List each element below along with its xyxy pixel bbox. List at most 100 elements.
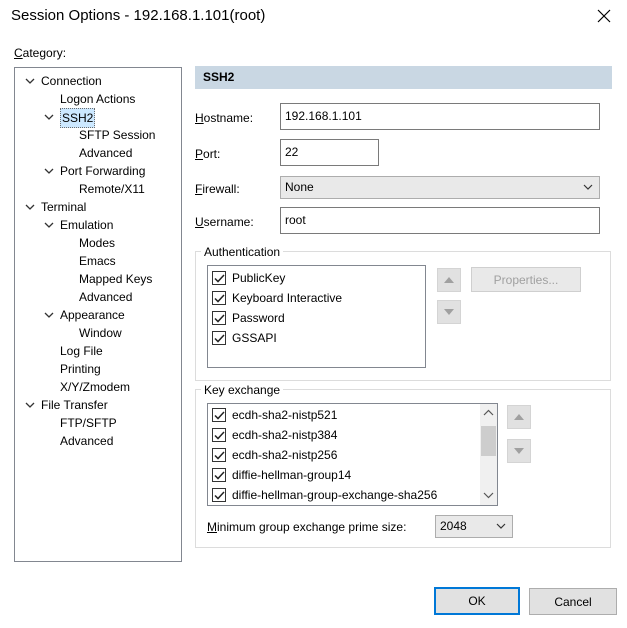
authentication-list[interactable]: PublicKey Keyboard Interactive Password GSS… <box>207 265 426 368</box>
chevron-down-icon[interactable] <box>44 162 54 180</box>
checkbox[interactable] <box>212 271 226 285</box>
checkbox[interactable] <box>212 408 226 422</box>
key-exchange-list[interactable]: ecdh-sha2-nistp521 ecdh-sha2-nistp384 ecdh… <box>207 403 498 506</box>
list-item-label: Password <box>232 311 285 325</box>
tree-item[interactable]: Window <box>15 324 181 342</box>
category-label: Category: <box>14 46 67 60</box>
tree-item[interactable]: X/Y/Zmodem <box>15 378 181 396</box>
tree-item[interactable]: SSH2 <box>15 108 181 128</box>
tree-item-label: Terminal <box>41 200 87 214</box>
tree-item-label: Modes <box>79 236 116 250</box>
chevron-down-icon[interactable] <box>44 306 54 324</box>
tree-item[interactable]: Connection <box>15 72 181 90</box>
tree-item[interactable]: Emacs <box>15 252 181 270</box>
list-item[interactable]: Password <box>212 308 285 328</box>
list-item[interactable]: ecdh-sha2-nistp521 <box>212 405 337 425</box>
tree-item[interactable]: Log File <box>15 342 181 360</box>
triangle-up-icon <box>444 277 454 283</box>
auth-move-down-button[interactable] <box>437 300 461 324</box>
tree-item[interactable]: Emulation <box>15 216 181 234</box>
close-button[interactable] <box>581 0 627 32</box>
tree-item[interactable]: SFTP Session <box>15 126 181 144</box>
key-exchange-scrollbar[interactable] <box>480 404 497 505</box>
list-item[interactable]: Keyboard Interactive <box>212 288 342 308</box>
checkmark-icon <box>213 470 225 480</box>
tree-item[interactable]: File Transfer <box>15 396 181 414</box>
min-group-label: Minimum group exchange prime size: <box>207 520 407 534</box>
hostname-input[interactable]: 192.168.1.101 <box>280 103 600 130</box>
tree-item[interactable]: Advanced <box>15 288 181 306</box>
tree-item-label: Emulation <box>60 218 114 232</box>
chevron-down-icon[interactable] <box>25 72 35 90</box>
properties-button[interactable]: Properties... <box>471 267 581 292</box>
port-input[interactable]: 22 <box>280 139 379 166</box>
min-group-value: 2048 <box>440 519 467 533</box>
tree-item[interactable]: Advanced <box>15 144 181 162</box>
tree-item-label: X/Y/Zmodem <box>60 380 131 394</box>
checkmark-icon <box>213 273 225 283</box>
list-item[interactable]: diffie-hellman-group14 <box>212 465 351 485</box>
properties-label: Properties... <box>493 272 559 287</box>
tree-item[interactable]: Appearance <box>15 306 181 324</box>
triangle-down-icon <box>514 448 524 454</box>
tree-item-label: Connection <box>41 74 102 88</box>
tree-item-label: File Transfer <box>41 398 108 412</box>
chevron-down-icon[interactable] <box>25 396 35 414</box>
tree-item[interactable]: Port Forwarding <box>15 162 181 180</box>
list-item[interactable]: ecdh-sha2-nistp384 <box>212 425 337 445</box>
tree-item[interactable]: Logon Actions <box>15 90 181 108</box>
triangle-up-icon <box>514 414 524 420</box>
tree-item[interactable]: Remote/X11 <box>15 180 181 198</box>
list-item-label: ecdh-sha2-nistp256 <box>232 448 338 462</box>
tree-item[interactable]: Advanced <box>15 432 181 450</box>
kex-move-down-button[interactable] <box>507 439 531 463</box>
tree-item[interactable]: FTP/SFTP <box>15 414 181 432</box>
close-icon <box>597 9 611 23</box>
checkmark-icon <box>213 410 225 420</box>
section-header: SSH2 <box>195 66 612 89</box>
title-bar: Session Options - 192.168.1.101(root) <box>0 0 627 32</box>
checkbox[interactable] <box>212 428 226 442</box>
chevron-down-icon[interactable] <box>44 216 54 234</box>
category-tree[interactable]: Connection Logon Actions SSH2 SFTP Session A… <box>14 67 182 562</box>
tree-item[interactable]: Terminal <box>15 198 181 216</box>
list-item-label: diffie-hellman-group14 <box>232 468 352 482</box>
list-item[interactable]: PublicKey <box>212 268 285 288</box>
kex-move-up-button[interactable] <box>507 405 531 429</box>
cancel-label: Cancel <box>554 594 592 609</box>
chevron-down-icon[interactable] <box>44 108 54 126</box>
tree-item-label: Remote/X11 <box>79 182 145 196</box>
chevron-down-icon[interactable] <box>25 198 35 216</box>
checkbox[interactable] <box>212 331 226 345</box>
list-item-label: diffie-hellman-group-exchange-sha256 <box>232 488 438 502</box>
checkbox[interactable] <box>212 488 226 502</box>
tree-item[interactable]: Mapped Keys <box>15 270 181 288</box>
tree-item-label: Emacs <box>79 254 116 268</box>
cancel-button[interactable]: Cancel <box>529 588 617 615</box>
scroll-up-icon <box>483 409 494 416</box>
auth-move-up-button[interactable] <box>437 268 461 292</box>
checkbox[interactable] <box>212 448 226 462</box>
scroll-thumb[interactable] <box>481 426 496 456</box>
window-title: Session Options - 192.168.1.101(root) <box>11 7 266 24</box>
tree-item[interactable]: Printing <box>15 360 181 378</box>
tree-item-label: SFTP Session <box>79 128 156 142</box>
checkbox[interactable] <box>212 291 226 305</box>
tree-item-label: Log File <box>60 344 103 358</box>
min-group-select[interactable]: 2048 <box>435 515 513 538</box>
checkbox[interactable] <box>212 468 226 482</box>
ok-button[interactable]: OK <box>434 587 520 615</box>
list-item[interactable]: GSSAPI <box>212 328 277 348</box>
list-item[interactable]: ecdh-sha2-nistp256 <box>212 445 337 465</box>
checkmark-icon <box>213 450 225 460</box>
checkmark-icon <box>213 430 225 440</box>
list-item[interactable]: diffie-hellman-group-exchange-sha256 <box>212 485 437 505</box>
username-input[interactable]: root <box>280 207 600 234</box>
firewall-select[interactable]: None <box>280 176 600 199</box>
firewall-label: Firewall: <box>195 182 240 196</box>
tree-item[interactable]: Modes <box>15 234 181 252</box>
tree-item-label: Advanced <box>60 434 114 448</box>
tree-item-label: Advanced <box>79 146 133 160</box>
checkbox[interactable] <box>212 311 226 325</box>
chevron-down-icon <box>496 523 506 529</box>
